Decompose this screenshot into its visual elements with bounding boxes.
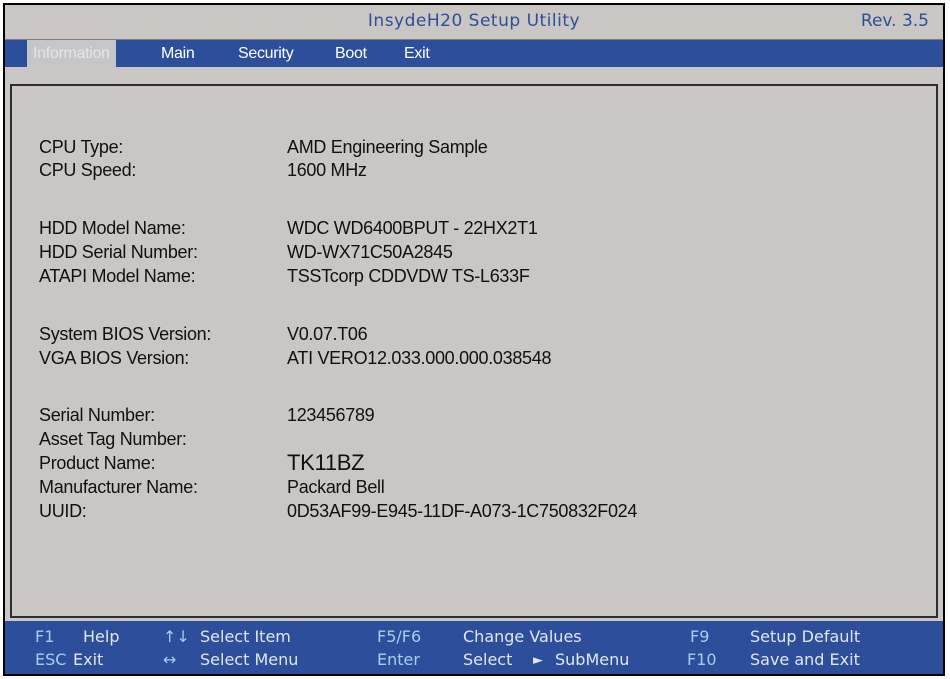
serial-number-label: Serial Number:	[39, 405, 155, 425]
uuid-value: 0D53AF99-E945-11DF-A073-1C750832F024	[287, 501, 638, 521]
f10-key: F10	[687, 650, 717, 669]
atapi-model-label: ATAPI Model Name:	[39, 266, 196, 286]
atapi-model-row: ATAPI Model Name: TSSTcorp CDDVDW TS-L63…	[12, 266, 936, 290]
select-menu-text: Select Menu	[200, 650, 299, 669]
setup-default-text: Setup Default	[750, 627, 861, 646]
cpu-type-row: CPU Type: AMD Engineering Sample	[12, 137, 936, 161]
hdd-serial-label: HDD Serial Number:	[39, 242, 198, 262]
hdd-serial-row: HDD Serial Number: WD-WX71C50A2845	[12, 242, 936, 266]
atapi-model-value: TSSTcorp CDDVDW TS-L633F	[287, 266, 530, 286]
help-text: Help	[83, 627, 120, 646]
tab-security[interactable]: Security	[232, 40, 299, 67]
vga-bios-value: ATI VERO12.033.000.000.038548	[287, 348, 552, 368]
product-name-row: Product Name: TK11BZ	[12, 450, 936, 477]
cpu-speed-row: CPU Speed: 1600 MHz	[12, 160, 936, 184]
up-down-arrows-icon: ↑↓	[163, 627, 190, 646]
vga-bios-row: VGA BIOS Version: ATI VERO12.033.000.000…	[12, 348, 936, 372]
change-values-text: Change Values	[463, 627, 582, 646]
system-bios-label: System BIOS Version:	[39, 324, 212, 344]
select-item-text: Select Item	[200, 627, 291, 646]
left-right-arrows-icon: ↔	[163, 650, 177, 669]
manufacturer-row: Manufacturer Name: Packard Bell	[12, 477, 936, 501]
cpu-type-label: CPU Type:	[39, 137, 124, 157]
manufacturer-value: Packard Bell	[287, 477, 385, 497]
revision-label: Rev. 3.5	[860, 11, 929, 31]
bios-window: InsydeH20 Setup Utility Rev. 3.5 Informa…	[3, 3, 945, 676]
submenu-text: SubMenu	[555, 650, 630, 669]
enter-key: Enter	[377, 650, 420, 669]
cpu-speed-label: CPU Speed:	[39, 160, 137, 180]
manufacturer-label: Manufacturer Name:	[39, 477, 198, 497]
serial-number-row: Serial Number: 123456789	[12, 405, 936, 429]
menu-bar: Information Main Security Boot Exit	[5, 40, 943, 67]
hdd-model-value: WDC WD6400BPUT - 22HX2T1	[287, 218, 538, 238]
product-name-value: TK11BZ	[287, 450, 365, 475]
system-bios-row: System BIOS Version: V0.07.T06	[12, 324, 936, 348]
save-and-exit-text: Save and Exit	[750, 650, 860, 669]
tab-main[interactable]: Main	[155, 40, 200, 67]
hdd-model-label: HDD Model Name:	[39, 218, 186, 238]
vga-bios-label: VGA BIOS Version:	[39, 348, 189, 368]
tab-exit[interactable]: Exit	[398, 40, 435, 67]
submenu-arrow-icon: ►	[533, 653, 543, 668]
serial-number-value: 123456789	[287, 405, 375, 425]
cpu-type-value: AMD Engineering Sample	[287, 137, 488, 157]
app-title: InsydeH20 Setup Utility	[367, 11, 581, 31]
asset-tag-label: Asset Tag Number:	[39, 429, 187, 449]
exit-text: Exit	[73, 650, 104, 669]
f9-key: F9	[690, 627, 710, 646]
select-text: Select	[463, 650, 513, 669]
asset-tag-row: Asset Tag Number:	[12, 429, 936, 453]
hdd-model-row: HDD Model Name: WDC WD6400BPUT - 22HX2T1	[12, 218, 936, 242]
product-name-label: Product Name:	[39, 453, 156, 473]
title-bar: InsydeH20 Setup Utility Rev. 3.5	[5, 5, 943, 40]
information-panel: CPU Type: AMD Engineering Sample CPU Spe…	[10, 84, 938, 618]
cpu-speed-value: 1600 MHz	[287, 160, 367, 180]
uuid-label: UUID:	[39, 501, 87, 521]
hdd-serial-value: WD-WX71C50A2845	[287, 242, 453, 262]
f1-key: F1	[35, 627, 55, 646]
uuid-row: UUID: 0D53AF99-E945-11DF-A073-1C750832F0…	[12, 501, 936, 525]
esc-key: ESC	[35, 650, 67, 669]
tab-boot[interactable]: Boot	[329, 40, 373, 67]
f5-f6-key: F5/F6	[377, 627, 422, 646]
key-help-bar: F1 Help ↑↓ Select Item F5/F6 Change Valu…	[5, 621, 943, 674]
tab-information[interactable]: Information	[27, 40, 116, 67]
system-bios-value: V0.07.T06	[287, 324, 368, 344]
